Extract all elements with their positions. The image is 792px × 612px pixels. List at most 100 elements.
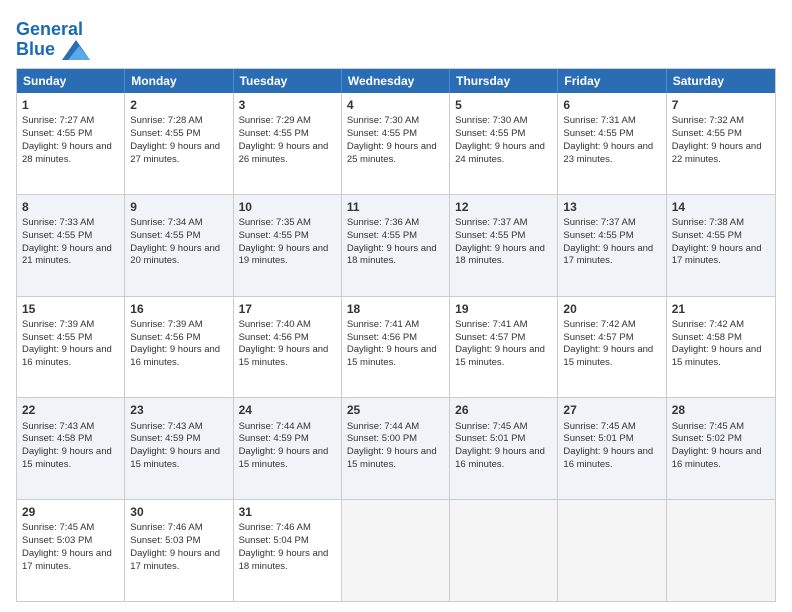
cal-cell: 22 Sunrise: 7:43 AM Sunset: 4:58 PM Dayl…	[17, 398, 125, 499]
sunset-label: Sunset: 4:57 PM	[563, 332, 633, 343]
cal-cell: 18 Sunrise: 7:41 AM Sunset: 4:56 PM Dayl…	[342, 297, 450, 398]
day-number: 4	[347, 97, 444, 113]
daylight-label: Daylight: 9 hours and 15 minutes.	[455, 344, 545, 368]
cal-cell: 2 Sunrise: 7:28 AM Sunset: 4:55 PM Dayli…	[125, 93, 233, 194]
daylight-label: Daylight: 9 hours and 15 minutes.	[22, 446, 112, 470]
cal-cell: 5 Sunrise: 7:30 AM Sunset: 4:55 PM Dayli…	[450, 93, 558, 194]
daylight-label: Daylight: 9 hours and 15 minutes.	[130, 446, 220, 470]
daylight-label: Daylight: 9 hours and 17 minutes.	[22, 548, 112, 572]
day-number: 23	[130, 402, 227, 418]
cal-week-2: 8 Sunrise: 7:33 AM Sunset: 4:55 PM Dayli…	[17, 195, 775, 297]
sunrise-label: Sunrise: 7:27 AM	[22, 115, 94, 126]
sunset-label: Sunset: 5:03 PM	[130, 535, 200, 546]
daylight-label: Daylight: 9 hours and 20 minutes.	[130, 243, 220, 267]
cal-cell	[342, 500, 450, 601]
sunset-label: Sunset: 4:55 PM	[22, 128, 92, 139]
day-number: 19	[455, 301, 552, 317]
sunrise-label: Sunrise: 7:37 AM	[455, 217, 527, 228]
cal-cell: 8 Sunrise: 7:33 AM Sunset: 4:55 PM Dayli…	[17, 195, 125, 296]
daylight-label: Daylight: 9 hours and 24 minutes.	[455, 141, 545, 165]
day-number: 21	[672, 301, 770, 317]
daylight-label: Daylight: 9 hours and 28 minutes.	[22, 141, 112, 165]
sunrise-label: Sunrise: 7:44 AM	[347, 421, 419, 432]
day-number: 31	[239, 504, 336, 520]
day-number: 15	[22, 301, 119, 317]
day-number: 8	[22, 199, 119, 215]
sunrise-label: Sunrise: 7:37 AM	[563, 217, 635, 228]
sunrise-label: Sunrise: 7:41 AM	[455, 319, 527, 330]
sunset-label: Sunset: 5:00 PM	[347, 433, 417, 444]
sunset-label: Sunset: 4:55 PM	[672, 128, 742, 139]
sunset-label: Sunset: 4:55 PM	[239, 128, 309, 139]
daylight-label: Daylight: 9 hours and 15 minutes.	[347, 344, 437, 368]
sunset-label: Sunset: 4:56 PM	[347, 332, 417, 343]
cal-header-friday: Friday	[558, 69, 666, 93]
daylight-label: Daylight: 9 hours and 19 minutes.	[239, 243, 329, 267]
cal-cell: 29 Sunrise: 7:45 AM Sunset: 5:03 PM Dayl…	[17, 500, 125, 601]
cal-cell: 28 Sunrise: 7:45 AM Sunset: 5:02 PM Dayl…	[667, 398, 775, 499]
sunrise-label: Sunrise: 7:30 AM	[455, 115, 527, 126]
day-number: 6	[563, 97, 660, 113]
sunrise-label: Sunrise: 7:36 AM	[347, 217, 419, 228]
daylight-label: Daylight: 9 hours and 17 minutes.	[563, 243, 653, 267]
sunset-label: Sunset: 4:56 PM	[130, 332, 200, 343]
sunset-label: Sunset: 4:55 PM	[672, 230, 742, 241]
daylight-label: Daylight: 9 hours and 15 minutes.	[239, 446, 329, 470]
day-number: 20	[563, 301, 660, 317]
sunrise-label: Sunrise: 7:41 AM	[347, 319, 419, 330]
cal-cell	[450, 500, 558, 601]
daylight-label: Daylight: 9 hours and 15 minutes.	[563, 344, 653, 368]
sunrise-label: Sunrise: 7:32 AM	[672, 115, 744, 126]
day-number: 1	[22, 97, 119, 113]
cal-cell	[667, 500, 775, 601]
sunset-label: Sunset: 4:56 PM	[239, 332, 309, 343]
cal-cell: 9 Sunrise: 7:34 AM Sunset: 4:55 PM Dayli…	[125, 195, 233, 296]
day-number: 5	[455, 97, 552, 113]
cal-header-tuesday: Tuesday	[234, 69, 342, 93]
sunset-label: Sunset: 4:59 PM	[130, 433, 200, 444]
cal-cell: 24 Sunrise: 7:44 AM Sunset: 4:59 PM Dayl…	[234, 398, 342, 499]
day-number: 11	[347, 199, 444, 215]
cal-cell: 25 Sunrise: 7:44 AM Sunset: 5:00 PM Dayl…	[342, 398, 450, 499]
cal-week-3: 15 Sunrise: 7:39 AM Sunset: 4:55 PM Dayl…	[17, 297, 775, 399]
cal-cell: 20 Sunrise: 7:42 AM Sunset: 4:57 PM Dayl…	[558, 297, 666, 398]
day-number: 17	[239, 301, 336, 317]
cal-cell: 16 Sunrise: 7:39 AM Sunset: 4:56 PM Dayl…	[125, 297, 233, 398]
sunrise-label: Sunrise: 7:42 AM	[563, 319, 635, 330]
cal-cell: 14 Sunrise: 7:38 AM Sunset: 4:55 PM Dayl…	[667, 195, 775, 296]
day-number: 2	[130, 97, 227, 113]
sunset-label: Sunset: 4:55 PM	[347, 128, 417, 139]
sunset-label: Sunset: 5:04 PM	[239, 535, 309, 546]
day-number: 24	[239, 402, 336, 418]
calendar-body: 1 Sunrise: 7:27 AM Sunset: 4:55 PM Dayli…	[17, 93, 775, 601]
sunset-label: Sunset: 4:55 PM	[130, 230, 200, 241]
sunset-label: Sunset: 5:02 PM	[672, 433, 742, 444]
sunset-label: Sunset: 4:58 PM	[22, 433, 92, 444]
sunset-label: Sunset: 4:55 PM	[455, 230, 525, 241]
sunset-label: Sunset: 4:57 PM	[455, 332, 525, 343]
sunset-label: Sunset: 4:55 PM	[563, 230, 633, 241]
sunset-label: Sunset: 5:03 PM	[22, 535, 92, 546]
day-number: 3	[239, 97, 336, 113]
cal-cell: 4 Sunrise: 7:30 AM Sunset: 4:55 PM Dayli…	[342, 93, 450, 194]
sunrise-label: Sunrise: 7:46 AM	[239, 522, 311, 533]
cal-header-thursday: Thursday	[450, 69, 558, 93]
sunrise-label: Sunrise: 7:35 AM	[239, 217, 311, 228]
sunset-label: Sunset: 4:55 PM	[347, 230, 417, 241]
sunrise-label: Sunrise: 7:45 AM	[455, 421, 527, 432]
day-number: 7	[672, 97, 770, 113]
sunrise-label: Sunrise: 7:40 AM	[239, 319, 311, 330]
daylight-label: Daylight: 9 hours and 15 minutes.	[347, 446, 437, 470]
daylight-label: Daylight: 9 hours and 22 minutes.	[672, 141, 762, 165]
cal-cell: 31 Sunrise: 7:46 AM Sunset: 5:04 PM Dayl…	[234, 500, 342, 601]
sunrise-label: Sunrise: 7:42 AM	[672, 319, 744, 330]
day-number: 12	[455, 199, 552, 215]
sunrise-label: Sunrise: 7:46 AM	[130, 522, 202, 533]
calendar: SundayMondayTuesdayWednesdayThursdayFrid…	[16, 68, 776, 602]
cal-cell: 6 Sunrise: 7:31 AM Sunset: 4:55 PM Dayli…	[558, 93, 666, 194]
logo-line1: General	[16, 20, 90, 40]
sunset-label: Sunset: 4:55 PM	[130, 128, 200, 139]
cal-header-monday: Monday	[125, 69, 233, 93]
day-number: 22	[22, 402, 119, 418]
daylight-label: Daylight: 9 hours and 16 minutes.	[130, 344, 220, 368]
